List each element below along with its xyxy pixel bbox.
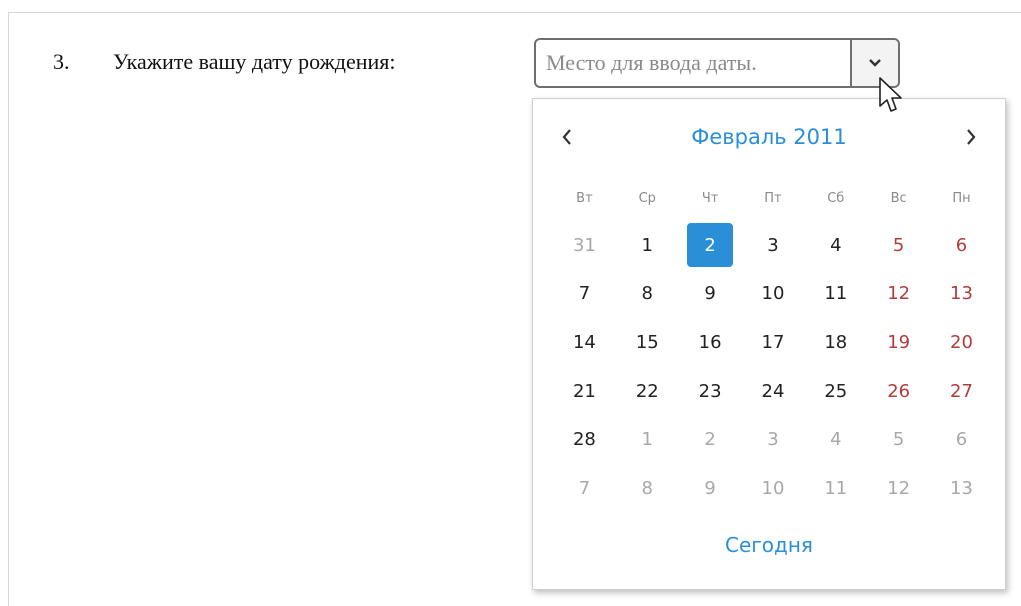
weekday-label: Пт [764, 191, 782, 206]
calendar-day[interactable]: 12 [867, 466, 930, 510]
weekday-header: Вт Ср Чт Пт Сб Вс Пн [553, 191, 993, 206]
calendar-day[interactable]: 2 [679, 418, 742, 462]
calendar-day[interactable]: 13 [930, 272, 993, 316]
calendar-day[interactable]: 11 [804, 466, 867, 510]
calendar-day[interactable]: 1 [616, 418, 679, 462]
calendar-day[interactable]: 7 [553, 466, 616, 510]
calendar-grid: 31 1 2 3 4 5 6 7 8 9 10 11 12 13 14 15 1… [553, 221, 993, 513]
calendar-day-selected[interactable]: 2 [679, 223, 742, 268]
calendar-day[interactable]: 17 [742, 320, 805, 364]
question-text: Укажите вашу дату рождения: [113, 49, 396, 74]
page-edge-top [8, 12, 1021, 13]
calendar-day[interactable]: 6 [930, 223, 993, 267]
calendar-day[interactable]: 9 [679, 272, 742, 316]
calendar-week: 7 8 9 10 11 12 13 [553, 270, 993, 319]
calendar-day[interactable]: 9 [679, 466, 742, 510]
calendar-day[interactable]: 10 [742, 466, 805, 510]
weekday-label: Вт [576, 191, 593, 206]
calendar-day[interactable]: 13 [930, 466, 993, 510]
calendar-day[interactable]: 21 [553, 369, 616, 413]
calendar-day[interactable]: 5 [867, 223, 930, 267]
calendar-day[interactable]: 1 [616, 223, 679, 267]
calendar-day[interactable]: 10 [742, 272, 805, 316]
question-line: 3. Укажите вашу дату рождения: [53, 48, 396, 76]
calendar-day[interactable]: 3 [742, 418, 805, 462]
calendar-header: Февраль 2011 [533, 119, 1005, 155]
calendar-day[interactable]: 23 [679, 369, 742, 413]
calendar-day[interactable]: 26 [867, 369, 930, 413]
calendar-day[interactable]: 4 [804, 418, 867, 462]
question-number: 3. [53, 49, 70, 74]
page-edge-left [8, 12, 9, 606]
calendar-day[interactable]: 4 [804, 223, 867, 267]
mouse-pointer-icon [879, 77, 902, 112]
calendar-popup: Февраль 2011 Вт Ср Чт Пт Сб Вс Пн 31 1 2… [532, 98, 1006, 590]
calendar-day[interactable]: 25 [804, 369, 867, 413]
chevron-right-icon [967, 129, 976, 145]
calendar-day[interactable]: 15 [616, 320, 679, 364]
calendar-day[interactable]: 18 [804, 320, 867, 364]
today-button[interactable]: Сегодня [533, 533, 1005, 557]
calendar-day[interactable]: 19 [867, 320, 930, 364]
calendar-day[interactable]: 7 [553, 272, 616, 316]
chevron-down-icon [869, 59, 881, 67]
calendar-day[interactable]: 27 [930, 369, 993, 413]
weekday-label: Вс [890, 191, 907, 206]
calendar-day[interactable]: 3 [742, 223, 805, 267]
calendar-day[interactable]: 8 [616, 466, 679, 510]
calendar-day[interactable]: 8 [616, 272, 679, 316]
calendar-day[interactable]: 24 [742, 369, 805, 413]
calendar-day[interactable]: 16 [679, 320, 742, 364]
calendar-day[interactable]: 20 [930, 320, 993, 364]
calendar-week: 28 1 2 3 4 5 6 [553, 415, 993, 464]
calendar-day[interactable]: 28 [553, 418, 616, 462]
next-month-button[interactable] [957, 123, 985, 151]
calendar-week: 21 22 23 24 25 26 27 [553, 367, 993, 416]
date-input[interactable] [536, 40, 850, 86]
calendar-day[interactable]: 22 [616, 369, 679, 413]
month-title[interactable]: Февраль 2011 [533, 125, 1005, 149]
calendar-day[interactable]: 12 [867, 272, 930, 316]
document-page: 3. Укажите вашу дату рождения: Февраль 20… [0, 0, 1021, 606]
calendar-week: 31 1 2 3 4 5 6 [553, 221, 993, 270]
date-picker-field[interactable] [534, 38, 900, 88]
calendar-day[interactable]: 11 [804, 272, 867, 316]
calendar-week: 7 8 9 10 11 12 13 [553, 464, 993, 513]
weekday-label: Сб [827, 191, 845, 206]
calendar-day[interactable]: 14 [553, 320, 616, 364]
weekday-label: Ср [638, 191, 656, 206]
calendar-day[interactable]: 6 [930, 418, 993, 462]
weekday-label: Пн [952, 191, 971, 206]
calendar-week: 14 15 16 17 18 19 20 [553, 318, 993, 367]
calendar-day[interactable]: 31 [553, 223, 616, 267]
weekday-label: Чт [701, 191, 719, 206]
calendar-day[interactable]: 5 [867, 418, 930, 462]
